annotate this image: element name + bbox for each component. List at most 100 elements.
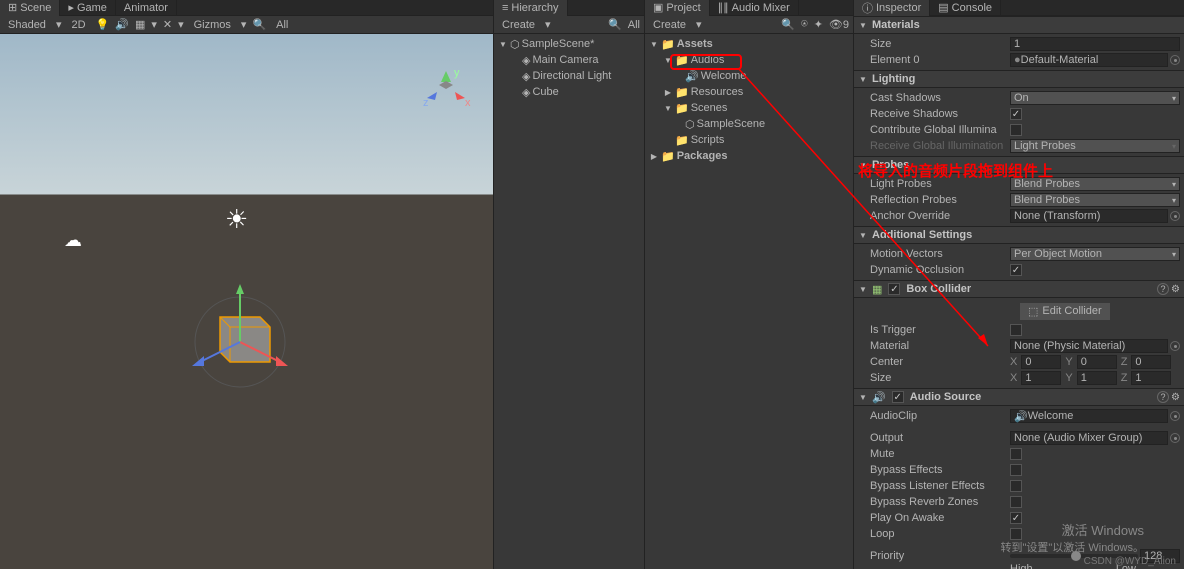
tab-game[interactable]: ▸Game (60, 0, 116, 16)
search-icon[interactable]: 🔍 (608, 18, 622, 31)
elem0-field[interactable]: ●Default-Material (1010, 53, 1168, 67)
create-dropdown[interactable]: Create (649, 19, 690, 31)
scenes-folder[interactable]: ▼📁Scenes (645, 100, 853, 116)
component-enabled-checkbox[interactable] (892, 391, 904, 403)
center-z[interactable]: 0 (1131, 355, 1171, 369)
elem0-val: Default-Material (1021, 54, 1099, 66)
project-tab-bar: ▣Project ∥∥Audio Mixer (645, 0, 853, 16)
tab-inspector[interactable]: ⓘInspector (854, 0, 930, 16)
shaded-dropdown[interactable]: Shaded (4, 19, 50, 31)
object-picker-icon[interactable] (1170, 433, 1180, 443)
foldout-icon[interactable]: ▼ (649, 39, 659, 49)
gizmos-dropdown[interactable]: Gizmos (190, 19, 235, 31)
audios-folder[interactable]: ▼📁Audios (645, 52, 853, 68)
dynamic-occlusion-checkbox[interactable] (1010, 264, 1022, 276)
anchor-override-field[interactable]: None (Transform) (1010, 209, 1168, 223)
scene-view[interactable]: y x z ☀ ☁ (0, 34, 493, 569)
contribute-gi-checkbox[interactable] (1010, 124, 1022, 136)
foldout-icon[interactable]: ▼ (858, 20, 868, 30)
hierarchy-item-cube[interactable]: ◈Cube (494, 84, 644, 100)
save-icon[interactable]: ✦ (814, 18, 823, 31)
fx-toggle-icon[interactable]: ▦ (135, 18, 145, 31)
scripts-folder[interactable]: 📁Scripts (645, 132, 853, 148)
box-collider-header[interactable]: ▼▦Box Collider (854, 280, 1184, 298)
foldout-icon[interactable]: ▶ (663, 87, 673, 97)
orientation-gizmo[interactable]: y x z (421, 68, 471, 110)
lighting-header[interactable]: ▼Lighting (854, 70, 1184, 88)
tab-audio-mixer[interactable]: ∥∥Audio Mixer (710, 0, 799, 16)
cube-object[interactable] (180, 272, 300, 392)
light-probes-dropdown[interactable]: Blend Probes (1010, 177, 1180, 191)
component-enabled-checkbox[interactable] (888, 283, 900, 295)
filter-icon[interactable]: ⍟ (801, 18, 808, 31)
reflection-probes-dropdown[interactable]: Blend Probes (1010, 193, 1180, 207)
foldout-icon[interactable]: ▼ (858, 160, 868, 170)
foldout-icon[interactable]: ▼ (858, 392, 868, 402)
audio-clip-val: Welcome (1028, 410, 1074, 422)
additional-header[interactable]: ▼Additional Settings (854, 226, 1184, 244)
output-field[interactable]: None (Audio Mixer Group) (1010, 431, 1168, 445)
tab-scene[interactable]: ⊞Scene (0, 0, 60, 16)
foldout-icon[interactable]: ▼ (858, 284, 868, 294)
tab-hierarchy[interactable]: ≡Hierarchy (494, 0, 568, 16)
search-icon[interactable]: 🔍 (781, 18, 795, 31)
material-field[interactable]: None (Physic Material) (1010, 339, 1168, 353)
gear-icon[interactable] (1171, 283, 1180, 295)
gear-icon[interactable] (1171, 391, 1180, 403)
object-picker-icon[interactable] (1170, 411, 1180, 421)
probes-header[interactable]: ▼Probes (854, 156, 1184, 174)
object-picker-icon[interactable] (1170, 211, 1180, 221)
edit-collider-button[interactable]: ⬚Edit Collider (1020, 303, 1110, 320)
light-toggle-icon[interactable]: 💡 (96, 18, 110, 31)
object-picker-icon[interactable] (1170, 341, 1180, 351)
foldout-icon[interactable]: ▼ (498, 39, 508, 49)
hierarchy-item-camera[interactable]: ◈Main Camera (494, 52, 644, 68)
folder-icon: 📁 (675, 86, 689, 99)
size-z[interactable]: 1 (1131, 371, 1171, 385)
play-on-awake-checkbox[interactable] (1010, 512, 1022, 524)
foldout-icon[interactable]: ▼ (663, 55, 673, 65)
search-icon[interactable]: 🔍 (252, 18, 266, 31)
mode-2d-toggle[interactable]: 2D (67, 19, 89, 31)
assets-folder[interactable]: ▼📁Assets (645, 36, 853, 52)
center-x[interactable]: 0 (1021, 355, 1061, 369)
tab-animator[interactable]: Animator (116, 0, 177, 16)
tool-icon[interactable]: ✕ (163, 18, 172, 31)
is-trigger-checkbox[interactable] (1010, 324, 1022, 336)
hidden-icon[interactable]: 👁9 (829, 18, 849, 31)
bypass-listener-checkbox[interactable] (1010, 480, 1022, 492)
mute-checkbox[interactable] (1010, 448, 1022, 460)
foldout-icon[interactable]: ▼ (858, 230, 868, 240)
audio-toggle-icon[interactable]: 🔊 (115, 18, 129, 31)
item-label: Main Camera (532, 54, 598, 66)
object-picker-icon[interactable] (1170, 55, 1180, 65)
audio-clip-field[interactable]: 🔊Welcome (1010, 409, 1168, 423)
foldout-icon[interactable]: ▶ (649, 151, 659, 161)
foldout-icon[interactable]: ▼ (858, 74, 868, 84)
cast-shadows-dropdown[interactable]: On (1010, 91, 1180, 105)
materials-header[interactable]: ▼Materials (854, 16, 1184, 34)
foldout-icon[interactable]: ▼ (663, 103, 673, 113)
help-icon[interactable] (1157, 283, 1169, 295)
resources-folder[interactable]: ▶📁Resources (645, 84, 853, 100)
bypass-effects-checkbox[interactable] (1010, 464, 1022, 476)
bypass-reverb-checkbox[interactable] (1010, 496, 1022, 508)
asset-label: SampleScene (697, 118, 766, 130)
size-field[interactable]: 1 (1010, 37, 1180, 51)
scene-root[interactable]: ▼⬡SampleScene* (494, 36, 644, 52)
center-y[interactable]: 0 (1077, 355, 1117, 369)
size-y[interactable]: 1 (1077, 371, 1117, 385)
search-all[interactable]: All (272, 19, 292, 31)
create-dropdown[interactable]: Create (498, 19, 539, 31)
packages-folder[interactable]: ▶📁Packages (645, 148, 853, 164)
help-icon[interactable] (1157, 391, 1169, 403)
hierarchy-item-light[interactable]: ◈Directional Light (494, 68, 644, 84)
motion-vectors-dropdown[interactable]: Per Object Motion (1010, 247, 1180, 261)
size-x[interactable]: 1 (1021, 371, 1061, 385)
tab-project[interactable]: ▣Project (645, 0, 710, 16)
samplescene-asset[interactable]: ⬡SampleScene (645, 116, 853, 132)
welcome-asset[interactable]: 🔊Welcome (645, 68, 853, 84)
audio-source-header[interactable]: ▼🔊Audio Source (854, 388, 1184, 406)
receive-shadows-checkbox[interactable] (1010, 108, 1022, 120)
tab-console[interactable]: ▤Console (930, 0, 1001, 16)
